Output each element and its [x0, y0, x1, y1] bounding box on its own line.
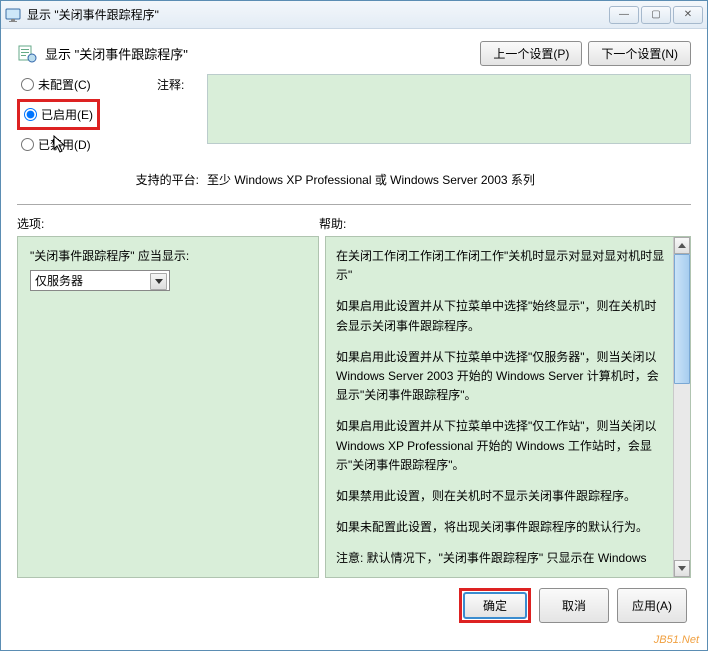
- next-setting-button[interactable]: 下一个设置(N): [588, 41, 691, 66]
- help-p5: 如果禁用此设置，则在关机时不显示关闭事件跟踪程序。: [336, 487, 665, 506]
- help-p7: 注意: 默认情况下，"关闭事件跟踪程序" 只显示在 Windows: [336, 549, 665, 568]
- radio-column: 未配置(C) 已启用(E) 已禁用(D): [17, 74, 157, 161]
- dropdown-arrow-icon: [155, 279, 163, 284]
- window-title: 显示 "关闭事件跟踪程序": [27, 6, 609, 23]
- annotation-column: 注释:: [157, 74, 691, 161]
- header-row: 显示 "关闭事件跟踪程序" 上一个设置(P) 下一个设置(N): [17, 41, 691, 66]
- panel-labels: 选项: 帮助:: [17, 215, 691, 232]
- minimize-button[interactable]: —: [609, 6, 639, 24]
- prev-setting-button[interactable]: 上一个设置(P): [480, 41, 582, 66]
- platform-label: 支持的平台:: [17, 171, 207, 188]
- annotation-textarea[interactable]: [207, 74, 691, 144]
- scroll-down-button[interactable]: [674, 560, 690, 577]
- help-panel: 在关闭工作闭工作闭工作闭工作"关机时显示对显对显对机时显示" 如果启用此设置并从…: [325, 236, 691, 578]
- radio-not-configured-input[interactable]: [21, 78, 34, 91]
- radio-enabled-input[interactable]: [24, 108, 37, 121]
- radio-disabled-input[interactable]: [21, 138, 34, 151]
- window-controls: — ▢ ✕: [609, 6, 703, 24]
- options-heading: "关闭事件跟踪程序" 应当显示:: [30, 247, 306, 264]
- apply-button[interactable]: 应用(A): [617, 588, 687, 623]
- content: 显示 "关闭事件跟踪程序" 上一个设置(P) 下一个设置(N) 未配置(C): [1, 29, 707, 633]
- divider: [17, 204, 691, 207]
- watermark: JB51.Net: [654, 634, 699, 646]
- panels-row: "关闭事件跟踪程序" 应当显示: 仅服务器 在关闭工作闭工作闭工作闭工作"关机时…: [17, 236, 691, 578]
- window: 显示 "关闭事件跟踪程序" — ▢ ✕ 显示 "关闭事件跟踪程序" 上一个设置(…: [0, 0, 708, 651]
- display-mode-dropdown[interactable]: 仅服务器: [30, 270, 170, 291]
- help-p4: 如果启用此设置并从下拉菜单中选择"仅工作站"，则当关闭以 Windows XP …: [336, 417, 665, 475]
- close-button[interactable]: ✕: [673, 6, 703, 24]
- highlight-box-ok: 确定: [459, 588, 531, 623]
- nav-buttons: 上一个设置(P) 下一个设置(N): [480, 41, 691, 66]
- radio-not-configured-label: 未配置(C): [38, 76, 91, 93]
- scroll-up-button[interactable]: [674, 237, 690, 254]
- help-scrollbar[interactable]: [673, 237, 690, 577]
- annotation-label: 注释:: [157, 74, 207, 161]
- help-p6: 如果未配置此设置，将出现关闭事件跟踪程序的默认行为。: [336, 518, 665, 537]
- maximize-button[interactable]: ▢: [641, 6, 671, 24]
- help-label: 帮助:: [319, 215, 691, 232]
- options-label: 选项:: [17, 215, 319, 232]
- platform-row: 支持的平台: 至少 Windows XP Professional 或 Wind…: [17, 171, 691, 188]
- options-panel: "关闭事件跟踪程序" 应当显示: 仅服务器: [17, 236, 319, 578]
- scroll-thumb[interactable]: [674, 254, 690, 384]
- radio-enabled[interactable]: 已启用(E): [24, 104, 93, 125]
- help-p3: 如果启用此设置并从下拉菜单中选择"仅服务器"，则当关闭以 Windows Ser…: [336, 348, 665, 406]
- titlebar: 显示 "关闭事件跟踪程序" — ▢ ✕: [1, 1, 707, 29]
- help-p2: 如果启用此设置并从下拉菜单中选择"始终显示"，则在关机时会显示关闭事件跟踪程序。: [336, 297, 665, 335]
- header-label: 显示 "关闭事件跟踪程序": [45, 44, 480, 63]
- ok-button[interactable]: 确定: [463, 592, 527, 619]
- footer-buttons: 确定 取消 应用(A): [17, 588, 691, 623]
- highlight-box-enabled: 已启用(E): [17, 99, 100, 130]
- platform-value: 至少 Windows XP Professional 或 Windows Ser…: [207, 171, 691, 188]
- help-text: 在关闭工作闭工作闭工作闭工作"关机时显示对显对显对机时显示" 如果启用此设置并从…: [326, 237, 673, 577]
- radio-disabled[interactable]: 已禁用(D): [21, 134, 157, 155]
- cancel-button[interactable]: 取消: [539, 588, 609, 623]
- policy-icon: [17, 44, 37, 64]
- radio-not-configured[interactable]: 未配置(C): [21, 74, 157, 95]
- app-icon: [5, 7, 21, 23]
- radio-enabled-label: 已启用(E): [41, 106, 93, 123]
- config-row: 未配置(C) 已启用(E) 已禁用(D): [17, 74, 691, 161]
- help-p1: 在关闭工作闭工作闭工作闭工作"关机时显示对显对显对机时显示": [336, 247, 665, 285]
- radio-disabled-label: 已禁用(D): [38, 136, 91, 153]
- dropdown-value: 仅服务器: [35, 272, 83, 289]
